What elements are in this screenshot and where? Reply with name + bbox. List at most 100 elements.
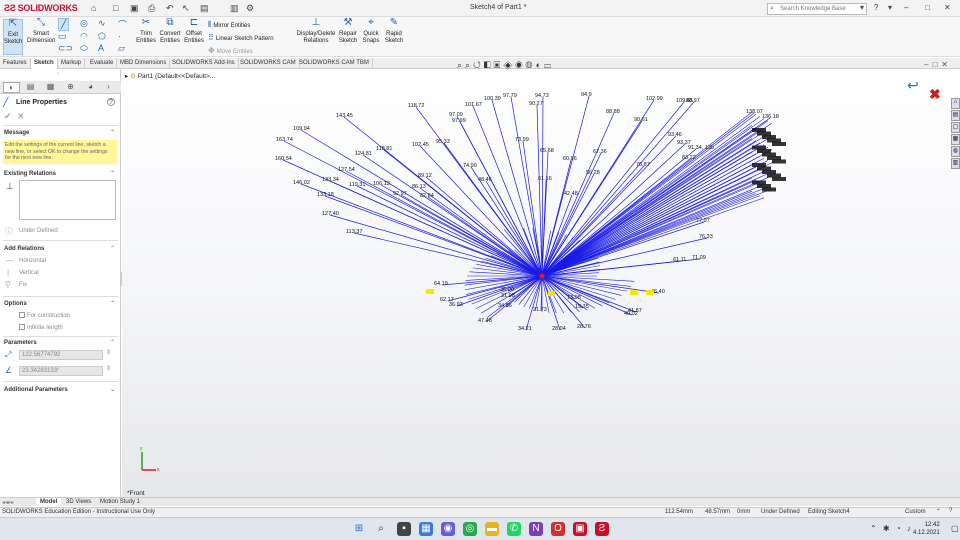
minimize-icon[interactable]: – bbox=[904, 3, 908, 12]
dimension-label[interactable]: 34.21 bbox=[518, 326, 532, 332]
taskbar-search-icon[interactable]: ⌕ bbox=[374, 522, 388, 536]
tab-scroll-arrows-icon[interactable]: ◂◂▸▸ bbox=[2, 499, 14, 506]
task-pane-custom-properties-icon[interactable]: ▥ bbox=[951, 158, 960, 169]
cancel-sketch-icon[interactable]: ✖ bbox=[929, 86, 941, 103]
task-view-icon[interactable]: ▪ bbox=[397, 522, 411, 536]
dimension-label[interactable]: 127.40 bbox=[322, 211, 339, 217]
dimension-label[interactable]: 127.54 bbox=[338, 167, 355, 173]
dimension-label[interactable]: 61.11 bbox=[673, 257, 686, 263]
dimension-label[interactable]: 90.61 bbox=[634, 117, 648, 123]
onenote-icon[interactable]: N bbox=[529, 522, 543, 536]
ok-check-icon[interactable]: ✔ bbox=[4, 111, 12, 122]
arc-icon[interactable]: ◠ bbox=[80, 31, 88, 42]
confirm-exit-sketch-icon[interactable]: ↩ bbox=[907, 77, 919, 94]
display-manager-icon[interactable]: ◕ bbox=[82, 82, 99, 93]
plane-icon[interactable]: ▱ bbox=[118, 43, 125, 54]
dimension-label[interactable]: 89.12 bbox=[418, 173, 432, 179]
line-icon[interactable]: ╱ bbox=[58, 18, 70, 31]
dimension-label[interactable]: 28.04 bbox=[552, 326, 566, 332]
configuration-manager-icon[interactable]: ▦ bbox=[42, 82, 59, 93]
feature-tree-flyout[interactable]: ▸ ⚙ Part1 (Default<<Default>... bbox=[125, 72, 215, 80]
dimension-label[interactable]: 136.18 bbox=[762, 114, 779, 120]
task-pane-file-explorer-icon[interactable]: ▢ bbox=[951, 122, 960, 133]
new-document-icon[interactable]: □ bbox=[113, 3, 118, 13]
dimension-label[interactable]: 97.79 bbox=[503, 93, 517, 99]
dimension-label[interactable]: 90.27 bbox=[529, 101, 543, 107]
units-selector[interactable]: Custom bbox=[905, 509, 926, 515]
dimension-label[interactable]: 65.68 bbox=[540, 148, 554, 154]
section-view-icon[interactable]: ◧ bbox=[484, 60, 494, 70]
dimension-label[interactable]: 42.48 bbox=[564, 191, 578, 197]
dimension-label[interactable]: 143.45 bbox=[336, 113, 353, 119]
task-pane-appearances-icon[interactable]: ◍ bbox=[951, 146, 960, 157]
dimension-label[interactable]: 113.37 bbox=[346, 229, 362, 235]
dimension-label[interactable]: 77.97 bbox=[696, 218, 710, 224]
tab-solidworks-add-ins[interactable]: SOLIDWORKS Add-Ins bbox=[169, 58, 239, 69]
dimxpert-icon[interactable]: ⊕ bbox=[62, 82, 79, 93]
for-construction-option[interactable]: For construction bbox=[19, 312, 70, 319]
tab-mbd-dimensions[interactable]: MBD Dimensions bbox=[117, 58, 171, 69]
manager-tabs-more-icon[interactable]: › bbox=[100, 82, 117, 93]
sketch-fillet-icon[interactable]: ⌒ bbox=[118, 18, 127, 31]
mirror-entities-button[interactable]: ⫴ Mirror Entities bbox=[208, 20, 250, 30]
polygon-icon[interactable]: ⬠ bbox=[98, 31, 106, 42]
exit-sketch-button[interactable]: ⇱ Exit Sketch bbox=[3, 19, 23, 55]
dimension-label[interactable]: 73.99 bbox=[515, 137, 529, 143]
relation-vertical[interactable]: Vertical bbox=[19, 270, 39, 276]
dimension-label[interactable]: 70.87 bbox=[636, 162, 650, 168]
dimension-label[interactable]: 36.93 bbox=[449, 302, 463, 308]
parameters-title[interactable]: Parameters bbox=[4, 340, 37, 346]
repair-sketch-button[interactable]: ⚒ Repair Sketch bbox=[338, 18, 358, 45]
chevron-up-icon[interactable]: ⌃ bbox=[110, 129, 115, 136]
help-icon[interactable]: ? bbox=[874, 3, 878, 12]
dimension-label[interactable]: 88.88 bbox=[606, 109, 620, 115]
dimension-label[interactable]: 74.99 bbox=[463, 163, 477, 169]
chevron-up-icon[interactable]: ⌃ bbox=[110, 170, 115, 177]
system-tray-icons[interactable]: ⌃ ✱ ◔ ♪ bbox=[870, 524, 913, 533]
chrome-icon[interactable]: ◎ bbox=[463, 522, 477, 536]
file-properties-icon[interactable]: ▥ bbox=[230, 3, 239, 14]
help-dropdown-icon[interactable]: ▾ bbox=[888, 3, 892, 12]
search-dropdown-icon[interactable]: ▾ bbox=[860, 3, 864, 12]
widgets-icon[interactable]: ▦ bbox=[419, 522, 433, 536]
windows-start-icon[interactable]: ⊞ bbox=[352, 522, 366, 536]
tab-solidworks-cam[interactable]: SOLIDWORKS CAM bbox=[237, 58, 300, 69]
dimension-label[interactable]: 94.9 bbox=[581, 92, 592, 98]
rebuild-icon[interactable]: ▤ bbox=[200, 3, 209, 14]
panel-collapse-icon[interactable]: ◦ bbox=[57, 71, 59, 77]
dimension-label[interactable]: 163.74 bbox=[276, 137, 293, 143]
dimension-labels[interactable]: 143.45 118.72 101.67100.39 97.79 94.73 94.9 90… bbox=[275, 92, 779, 332]
additional-parameters-title[interactable]: Additional Parameters bbox=[4, 387, 68, 393]
dimension-label[interactable]: 48.46 bbox=[478, 177, 492, 183]
help-icon[interactable]: ? bbox=[107, 98, 115, 106]
rapid-sketch-button[interactable]: ✎ Rapid Sketch bbox=[384, 18, 404, 45]
dimension-label[interactable]: 64.19 bbox=[434, 281, 448, 287]
dimension-label[interactable]: 60.66 bbox=[563, 156, 577, 162]
save-icon[interactable]: ▣ bbox=[130, 3, 139, 14]
graphics-area[interactable]: 143.45 118.72 101.67 100.39 97.79 94.73 94.9 90… bbox=[122, 69, 960, 497]
add-relations-title[interactable]: Add Relations bbox=[4, 246, 44, 252]
dimension-label[interactable]: 40.02 bbox=[624, 311, 638, 317]
feature-manager-icon[interactable]: ◐ bbox=[3, 82, 20, 93]
scene-icon[interactable]: ◐ bbox=[536, 60, 544, 70]
dimension-label[interactable]: 106.13 bbox=[373, 181, 390, 187]
existing-relations-title[interactable]: Existing Relations bbox=[4, 171, 56, 177]
chevron-down-icon[interactable]: ⌄ bbox=[110, 386, 115, 393]
ellipse-icon[interactable]: ⬭ bbox=[80, 43, 88, 54]
view-orientation-icon[interactable]: ▣ bbox=[494, 60, 504, 70]
dimension-label[interactable]: 13.98 bbox=[567, 295, 581, 301]
message-section-title[interactable]: Message bbox=[4, 130, 29, 136]
appearance-icon[interactable]: ◍ bbox=[526, 60, 536, 70]
tab-features[interactable]: Features bbox=[0, 58, 31, 69]
infinite-length-checkbox[interactable] bbox=[19, 324, 25, 330]
property-manager-icon[interactable]: ▤ bbox=[22, 82, 39, 93]
viewport-window-controls[interactable]: –□✕ bbox=[924, 60, 952, 69]
task-pane-view-palette-icon[interactable]: ▦ bbox=[951, 134, 960, 145]
dimension-label[interactable]: 109.04 bbox=[293, 126, 310, 132]
close-icon[interactable]: ✕ bbox=[944, 3, 951, 12]
sketch-origin-point[interactable] bbox=[539, 273, 545, 279]
previous-view-icon[interactable]: ↺ bbox=[473, 60, 484, 70]
dimension-label[interactable]: 138.07 bbox=[746, 109, 763, 115]
sketch-lines[interactable] bbox=[282, 95, 773, 331]
length-field[interactable]: 122.56774792 bbox=[19, 350, 103, 360]
